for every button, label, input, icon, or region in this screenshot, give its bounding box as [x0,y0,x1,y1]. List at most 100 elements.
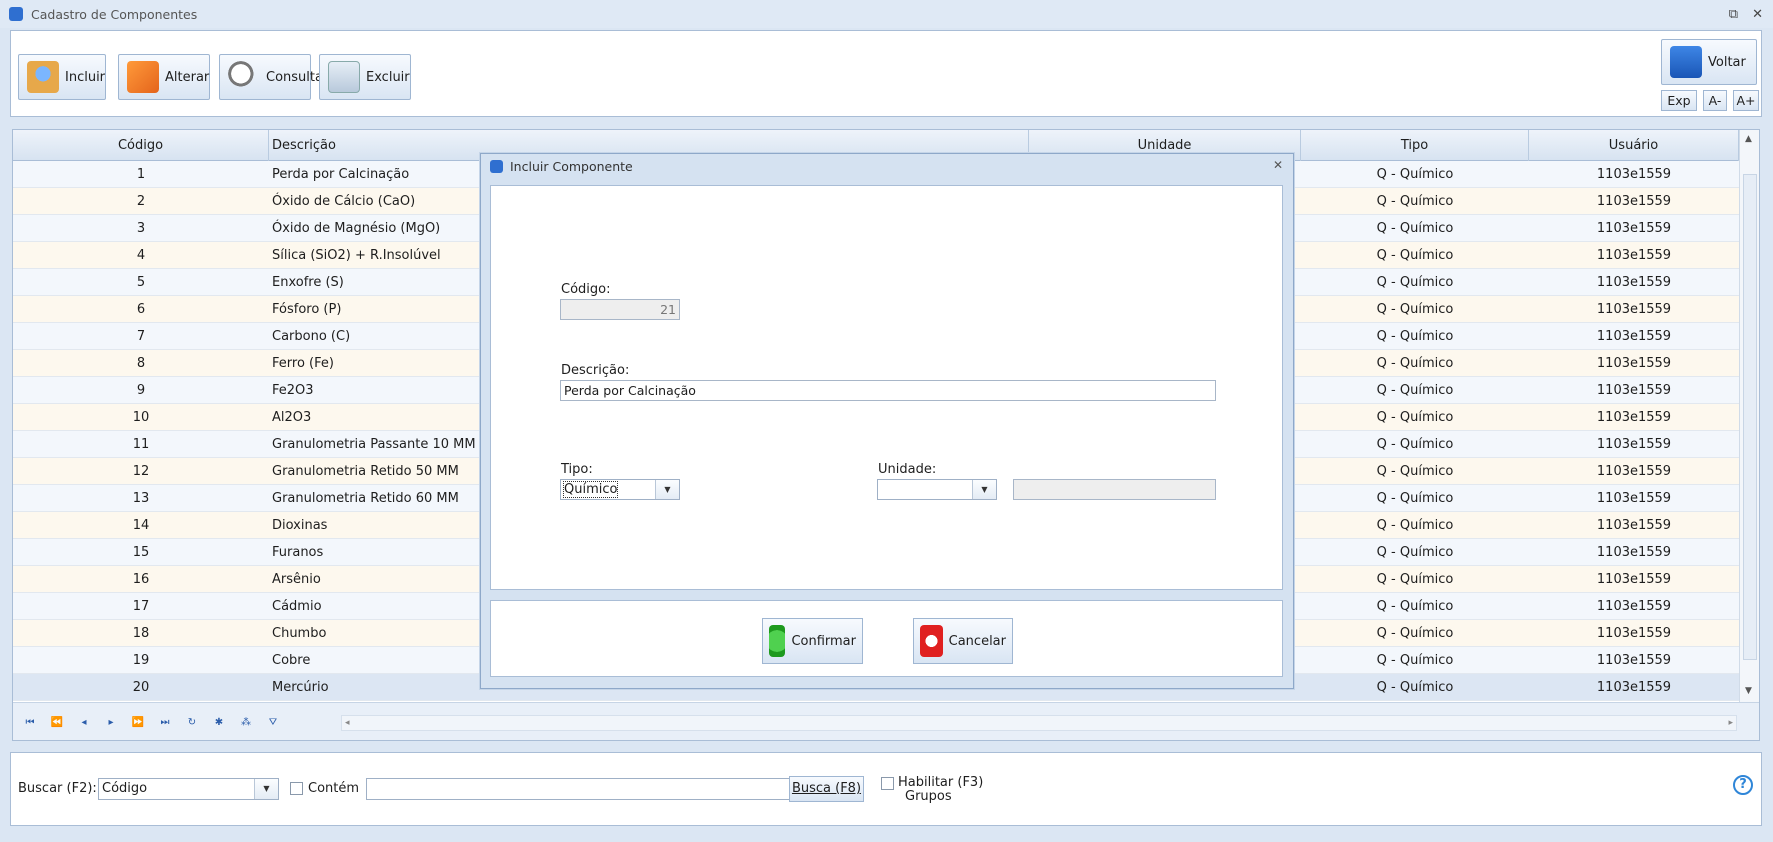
scroll-thumb[interactable] [1743,174,1757,660]
alterar-label: Alterar [165,69,210,85]
contem-label: Contém [308,781,360,796]
incluir-button[interactable]: Incluir [18,54,106,100]
cell-usuario: 1103e1559 [1596,572,1672,587]
descricao-field[interactable]: Perda por Calcinação [560,380,1216,401]
cell-usuario: 1103e1559 [1596,518,1672,533]
incluir-label: Incluir [65,69,106,85]
grupos-label: Grupos [905,789,952,804]
prev-page-icon[interactable]: ⏪ [48,715,66,731]
cell-tipo: Q - Químico [1376,437,1454,452]
scroll-down-icon[interactable]: ▼ [1745,686,1752,696]
unidade-description-field [1013,479,1216,500]
column-header-tipo[interactable]: Tipo [1301,130,1529,161]
cell-usuario: 1103e1559 [1596,221,1672,236]
font-decrease-button[interactable]: A- [1703,90,1727,111]
cell-codigo: 12 [132,464,150,479]
filter-icon[interactable]: ⛛ [264,715,282,731]
excluir-button[interactable]: Excluir [319,54,411,100]
consultar-button[interactable]: Consultar [219,54,328,100]
column-header-codigo[interactable]: Código [13,130,269,161]
clear-filter-icon[interactable]: ⁂ [237,715,255,731]
confirmar-button[interactable]: Confirmar [762,618,863,664]
tipo-select[interactable]: Químico ▼ [560,479,680,500]
cell-tipo: Q - Químico [1376,518,1454,533]
first-record-icon[interactable]: ⏮ [21,715,39,731]
unidade-chevron-down-icon[interactable]: ▼ [972,480,996,499]
cell-usuario: 1103e1559 [1596,302,1672,317]
cell-tipo: Q - Químico [1376,194,1454,209]
cell-tipo: Q - Químico [1376,572,1454,587]
cell-tipo: Q - Químico [1376,383,1454,398]
tipo-chevron-down-icon[interactable]: ▼ [655,480,679,499]
prohibited-icon [920,625,943,657]
cell-codigo: 7 [136,329,146,344]
tipo-label: Tipo: [561,462,593,477]
window-title-bar: Cadastro de Componentes ⧉ ✕ [0,0,1773,28]
cell-usuario: 1103e1559 [1596,275,1672,290]
cell-tipo: Q - Químico [1376,221,1454,236]
search-label: Buscar (F2): [18,781,97,796]
chevron-down-icon[interactable]: ▼ [254,779,278,799]
cell-tipo: Q - Químico [1376,410,1454,425]
dialog-close-icon[interactable]: ✕ [1273,158,1283,172]
unidade-label: Unidade: [878,462,937,477]
cell-codigo: 16 [132,572,150,587]
unidade-select[interactable]: ▼ [877,479,997,500]
cell-codigo: 5 [136,275,146,290]
cell-codigo: 15 [132,545,150,560]
tipo-value: Químico [562,481,619,498]
refresh-icon[interactable]: ↻ [183,715,201,731]
horizontal-scrollbar[interactable]: ◂ ▸ [341,715,1737,731]
voltar-label: Voltar [1708,54,1746,70]
cell-codigo: 1 [136,167,146,182]
excluir-label: Excluir [366,69,410,85]
dialog-form: Código: 21 Descrição: Perda por Calcinaç… [490,185,1283,590]
export-button[interactable]: Exp [1661,90,1697,111]
scroll-up-icon[interactable]: ▲ [1745,134,1752,144]
next-page-icon[interactable]: ⏩ [129,715,147,731]
close-window-icon[interactable]: ✕ [1752,7,1763,22]
vertical-scrollbar[interactable]: ▲ ▼ [1739,130,1759,702]
box-download-icon [27,61,59,93]
pencil-edit-icon [127,61,159,93]
prev-record-icon[interactable]: ◂ [75,715,93,731]
alterar-button[interactable]: Alterar [118,54,210,100]
checkmark-icon [769,625,786,657]
voltar-button[interactable]: Voltar [1661,39,1757,85]
dialog-footer: Confirmar Cancelar [490,600,1283,677]
cell-usuario: 1103e1559 [1596,599,1672,614]
last-record-icon[interactable]: ⏭ [156,715,174,731]
cell-codigo: 14 [132,518,150,533]
cell-usuario: 1103e1559 [1596,248,1672,263]
cell-codigo: 2 [136,194,146,209]
search-panel: Buscar (F2): Código ▼ Contém Busca (F8) … [10,752,1762,826]
contem-checkbox[interactable] [290,782,303,795]
font-increase-button[interactable]: A+ [1733,90,1759,111]
cell-usuario: 1103e1559 [1596,437,1672,452]
cell-usuario: 1103e1559 [1596,680,1672,695]
habilitar-grupos-checkbox[interactable] [881,777,894,790]
search-field-select[interactable]: Código ▼ [98,778,279,800]
column-header-usuario[interactable]: Usuário [1529,130,1739,161]
help-icon[interactable]: ? [1733,775,1753,795]
cell-tipo: Q - Químico [1376,248,1454,263]
cell-usuario: 1103e1559 [1596,464,1672,479]
incluir-componente-dialog: Incluir Componente ✕ Código: 21 Descriçã… [480,153,1294,689]
next-record-icon[interactable]: ▸ [102,715,120,731]
dialog-title: Incluir Componente [510,158,633,174]
descricao-label: Descrição: [561,363,630,378]
codigo-field[interactable]: 21 [560,299,680,320]
scroll-right-icon[interactable]: ▸ [1728,716,1733,730]
cell-codigo: 3 [136,221,146,236]
dialog-title-bar: Incluir Componente [481,154,1293,178]
restore-icon[interactable]: ⧉ [1729,7,1738,22]
cell-tipo: Q - Químico [1376,167,1454,182]
cell-codigo: 6 [136,302,146,317]
cell-usuario: 1103e1559 [1596,626,1672,641]
insert-record-icon[interactable]: ✱ [210,715,228,731]
cancelar-button[interactable]: Cancelar [913,618,1013,664]
scroll-left-icon[interactable]: ◂ [345,716,350,730]
dialog-app-icon [490,159,503,173]
search-input[interactable] [366,778,795,800]
busca-button[interactable]: Busca (F8) [789,776,864,802]
